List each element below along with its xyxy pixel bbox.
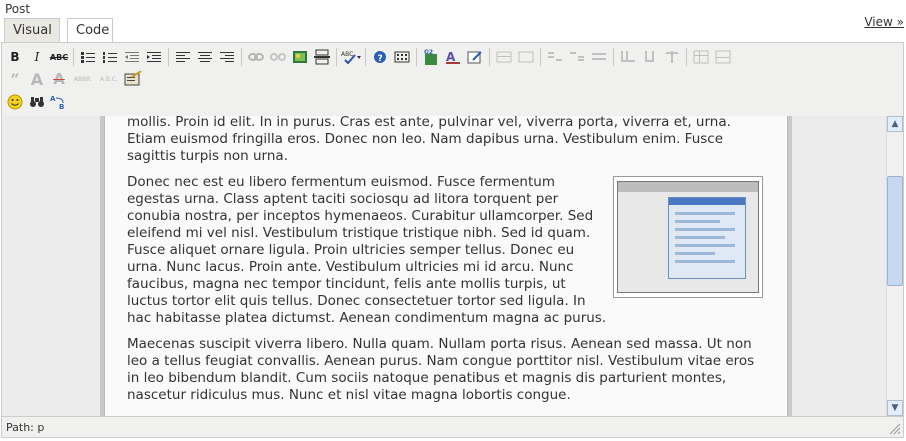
indent-button[interactable] (143, 46, 165, 68)
editor-page[interactable]: mollis. Proin id elit. In in purus. Cras… (104, 116, 788, 416)
spellcheck-icon[interactable]: ABC (340, 46, 362, 68)
svg-text:B: B (59, 103, 64, 110)
svg-text:?: ? (378, 54, 383, 64)
edit-icon[interactable] (464, 46, 486, 68)
paragraph-1[interactable]: mollis. Proin id elit. In in purus. Cras… (127, 116, 767, 165)
bullet-list-button[interactable] (77, 46, 99, 68)
align-left-button[interactable] (172, 46, 194, 68)
bold-button[interactable]: B (4, 46, 26, 68)
horizontal-rule-icon[interactable] (311, 46, 333, 68)
table-cell-icon[interactable] (712, 46, 734, 68)
image-icon[interactable] (289, 46, 311, 68)
svg-text:G2: G2 (424, 49, 433, 56)
strikethrough-button[interactable]: ABC (48, 46, 70, 68)
table-props-icon[interactable] (661, 46, 683, 68)
svg-text:A: A (446, 50, 456, 64)
italic-button[interactable]: I (26, 46, 48, 68)
find-icon[interactable] (26, 91, 48, 113)
editor-text[interactable]: mollis. Proin id elit. In in purus. Cras… (127, 116, 767, 413)
scroll-down-button[interactable]: ▼ (887, 400, 903, 416)
numbered-list-button[interactable] (99, 46, 121, 68)
scroll-thumb[interactable] (887, 176, 903, 286)
smiley-icon[interactable] (4, 91, 26, 113)
vertical-scrollbar[interactable]: ▲ ▼ (886, 116, 903, 416)
resize-grip-icon[interactable] (889, 423, 901, 435)
table-icon[interactable] (690, 46, 712, 68)
table-split-icon[interactable] (617, 46, 639, 68)
blockquote-icon[interactable]: “ (4, 68, 26, 90)
tab-visual[interactable]: Visual (4, 18, 60, 43)
scroll-up-button[interactable]: ▲ (887, 116, 903, 132)
charmap-icon[interactable] (391, 46, 413, 68)
tab-code[interactable]: Code (67, 18, 113, 43)
editor-toolbar: B I ABC ABC ? G2 A “ A A ABBR. A.B.C. A … (2, 43, 903, 116)
table-delete-row-icon[interactable] (515, 46, 537, 68)
font-style-icon[interactable]: A (26, 68, 48, 90)
rich-text-editor: B I ABC ABC ? G2 A “ A A ABBR. A.B.C. A … (1, 42, 904, 438)
link-icon[interactable] (245, 46, 267, 68)
remove-format-icon[interactable]: A (48, 68, 70, 90)
acronym-icon[interactable]: A.B.C. (96, 68, 122, 90)
table-col-after-icon[interactable] (566, 46, 588, 68)
embedded-screenshot-image[interactable] (613, 176, 763, 298)
align-right-button[interactable] (216, 46, 238, 68)
attributes-icon[interactable] (122, 68, 144, 90)
table-delete-col-icon[interactable] (588, 46, 610, 68)
table-col-before-icon[interactable] (544, 46, 566, 68)
editor-content-area[interactable]: mollis. Proin id elit. In in purus. Cras… (2, 116, 903, 416)
align-center-button[interactable] (194, 46, 216, 68)
svg-text:A: A (50, 95, 56, 103)
view-link[interactable]: View » (864, 15, 904, 29)
element-path[interactable]: Path: p (6, 421, 44, 434)
table-insert-row-icon[interactable] (493, 46, 515, 68)
status-bar: Path: p (2, 416, 903, 437)
post-label: Post (5, 2, 31, 16)
unlink-icon[interactable] (267, 46, 289, 68)
outdent-button[interactable] (121, 46, 143, 68)
table-merge-icon[interactable] (639, 46, 661, 68)
font-color-icon[interactable]: A (442, 46, 464, 68)
gallery-icon[interactable]: G2 (420, 46, 442, 68)
abbr-icon[interactable]: ABBR. (70, 68, 96, 90)
replace-icon[interactable]: AB (48, 91, 70, 113)
help-icon[interactable]: ? (369, 46, 391, 68)
svg-text:ABC: ABC (341, 51, 353, 58)
paragraph-3[interactable]: Maecenas suscipit viverra libero. Nulla … (127, 336, 767, 404)
